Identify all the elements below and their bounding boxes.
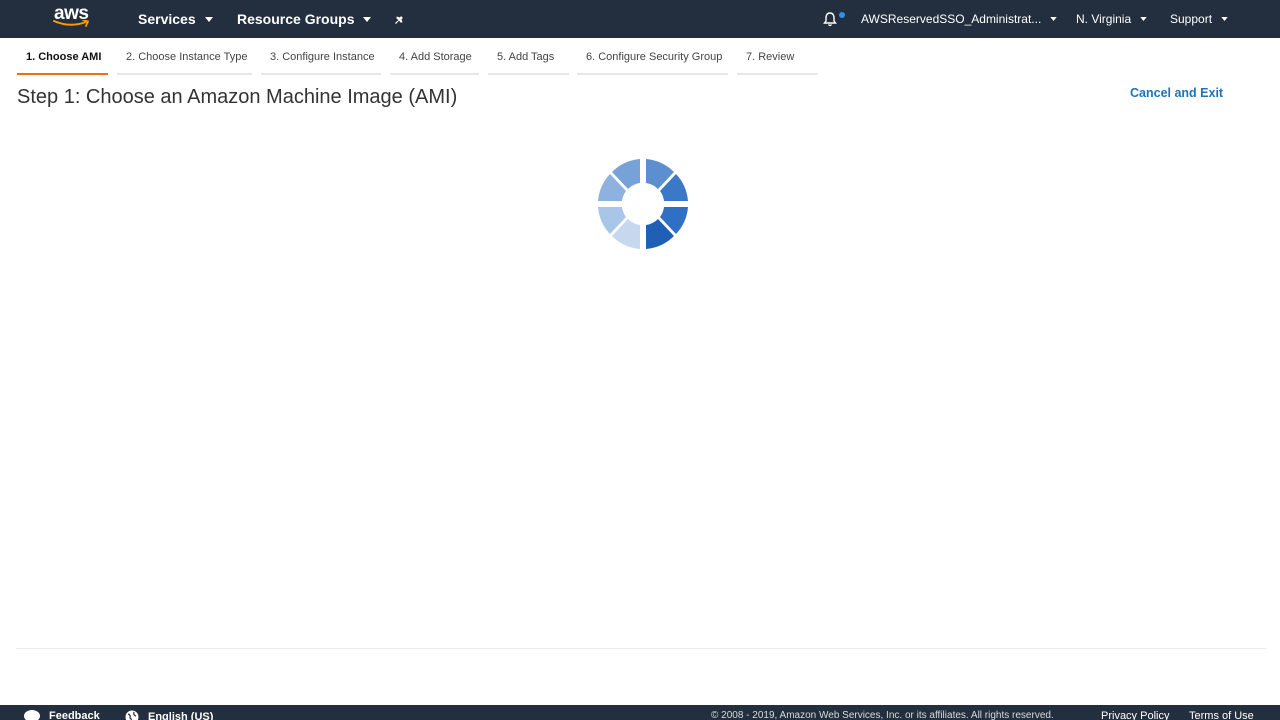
cancel-and-exit-link[interactable]: Cancel and Exit (1130, 86, 1223, 100)
feedback-label: Feedback (49, 710, 100, 720)
support-menu[interactable]: Support (1170, 0, 1228, 38)
step-add-storage[interactable]: 4. Add Storage (390, 51, 479, 75)
notifications-button[interactable] (822, 0, 845, 38)
step-choose-ami[interactable]: 1. Choose AMI (17, 51, 108, 75)
services-label: Services (138, 11, 196, 27)
chevron-down-icon (204, 16, 213, 22)
region-label: N. Virginia (1076, 12, 1132, 26)
loading-spinner-icon (598, 159, 688, 249)
globe-icon (125, 710, 139, 720)
pin-button[interactable] (393, 0, 407, 38)
speech-bubble-icon (24, 710, 40, 720)
copyright-text: © 2008 - 2019, Amazon Web Services, Inc.… (711, 710, 1054, 720)
step-review[interactable]: 7. Review (737, 51, 818, 75)
notification-dot (839, 12, 845, 18)
chevron-down-icon (1140, 17, 1147, 21)
feedback-button[interactable]: Feedback (24, 710, 100, 720)
chevron-down-icon (1050, 17, 1057, 21)
footer-divider (16, 648, 1266, 649)
resource-groups-label: Resource Groups (237, 11, 355, 27)
wizard-steps: 1. Choose AMI 2. Choose Instance Type 3.… (0, 38, 1280, 78)
footer-bar: Feedback English (US) © 2008 - 2019, Ama… (0, 705, 1280, 720)
region-menu[interactable]: N. Virginia (1076, 0, 1147, 38)
support-label: Support (1170, 12, 1213, 26)
page-title: Step 1: Choose an Amazon Machine Image (… (17, 86, 458, 108)
language-selector[interactable]: English (US) (125, 710, 213, 720)
services-menu[interactable]: Services (138, 0, 213, 38)
step-choose-instance-type[interactable]: 2. Choose Instance Type (117, 51, 252, 75)
spinner-segments (598, 159, 688, 249)
aws-smile-icon (53, 20, 90, 27)
terms-of-use-link[interactable]: Terms of Use (1189, 710, 1254, 720)
chevron-down-icon (1221, 17, 1228, 21)
account-menu[interactable]: AWSReservedSSO_Administrat... (861, 0, 1057, 38)
account-label: AWSReservedSSO_Administrat... (861, 12, 1042, 26)
step-add-tags[interactable]: 5. Add Tags (488, 51, 569, 75)
pin-icon (395, 13, 403, 24)
chevron-down-icon (363, 16, 372, 22)
bell-icon (823, 12, 837, 27)
aws-logo[interactable]: aws (53, 0, 93, 38)
language-label: English (US) (148, 711, 214, 720)
step-configure-instance[interactable]: 3. Configure Instance (261, 51, 381, 75)
step-configure-security-group[interactable]: 6. Configure Security Group (577, 51, 728, 75)
privacy-policy-link[interactable]: Privacy Policy (1101, 710, 1169, 720)
resource-groups-menu[interactable]: Resource Groups (237, 0, 372, 38)
top-navigation-bar: aws Services Resource Groups AWSReserved… (0, 0, 1280, 38)
